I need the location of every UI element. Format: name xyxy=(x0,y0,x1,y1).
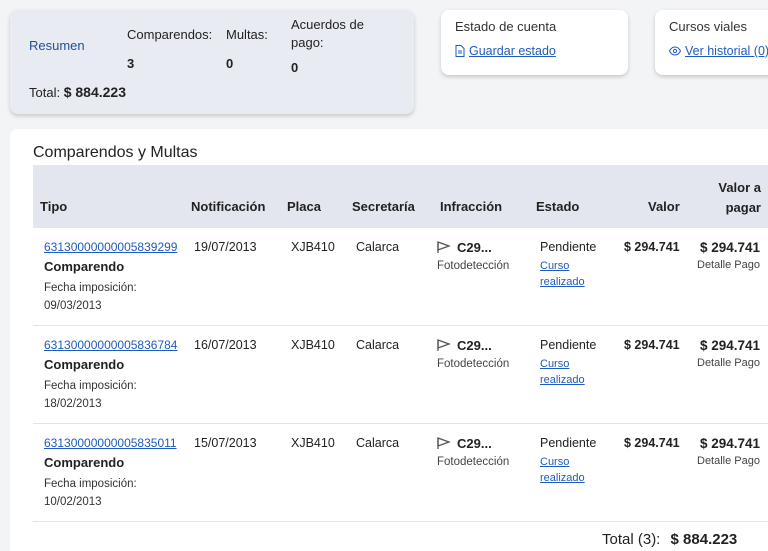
detalle-pago-link[interactable]: Detalle Pago xyxy=(695,259,760,271)
acuerdos-value: 0 xyxy=(291,60,299,75)
summary-total: Total: $ 884.223 xyxy=(29,84,126,100)
grand-total-label: Total (3): xyxy=(602,531,661,548)
cursos-viales-title: Cursos viales xyxy=(669,19,748,34)
row-valor: $ 294.741 xyxy=(624,436,680,450)
row-medio: Fotodetección xyxy=(437,260,510,272)
row-tipo: Comparendo xyxy=(44,455,125,470)
ver-historial-link[interactable]: Ver historial (0) xyxy=(685,44,768,58)
table-header: Tipo Notificación Placa Secretaría Infra… xyxy=(33,165,768,228)
table-row: 63130000000005839299 Comparendo Fecha im… xyxy=(33,228,768,326)
header-secretaria: Secretaría xyxy=(352,199,415,214)
row-notificacion: 16/07/2013 xyxy=(194,338,257,352)
row-valor: $ 294.741 xyxy=(624,240,680,254)
row-notificacion: 15/07/2013 xyxy=(194,436,257,450)
table-row: 63130000000005836784 Comparendo Fecha im… xyxy=(33,326,768,424)
comparendo-number-link[interactable]: 63130000000005836784 xyxy=(44,338,177,352)
curso-realizado-link[interactable]: Curso realizado xyxy=(540,258,590,290)
curso-realizado-link[interactable]: Curso realizado xyxy=(540,454,590,486)
fecha-label: Fecha imposición: xyxy=(44,380,137,392)
grand-total-value: $ 884.223 xyxy=(670,531,738,548)
row-infraccion: C29... xyxy=(437,338,492,353)
row-estado: Pendiente xyxy=(540,338,597,352)
comparendos-stat: Comparendos: 3 xyxy=(127,26,212,71)
row-medio: Fotodetección xyxy=(437,358,510,370)
infraccion-code: C29... xyxy=(457,240,492,255)
curso-realizado-link[interactable]: Curso realizado xyxy=(540,356,590,388)
row-fecha-imposicion: Fecha imposición: 09/03/2013 xyxy=(44,279,137,315)
summary-card: Resumen Comparendos: 3 Multas: 0 Acuerdo… xyxy=(10,10,414,114)
table-row: 63130000000005835011 Comparendo Fecha im… xyxy=(33,424,768,522)
row-secretaria: Calarca xyxy=(356,436,400,450)
detalle-pago-link[interactable]: Detalle Pago xyxy=(695,357,760,369)
row-tipo: Comparendo xyxy=(44,357,125,372)
guardar-estado-link-wrap[interactable]: Guardar estado xyxy=(455,44,556,58)
comparendos-label: Comparendos: xyxy=(127,27,213,42)
header-valor-a-pagar: Valor a pagar xyxy=(718,180,761,215)
row-tipo: Comparendo xyxy=(44,259,125,274)
row-secretaria: Calarca xyxy=(356,338,400,352)
comparendo-number-link[interactable]: 63130000000005835011 xyxy=(44,436,177,450)
summary-total-label: Total: xyxy=(29,85,61,100)
row-infraccion: C29... xyxy=(437,240,492,255)
fecha-label: Fecha imposición: xyxy=(44,478,137,490)
infraccion-code: C29... xyxy=(457,436,492,451)
row-fecha-imposicion: Fecha imposición: 10/02/2013 xyxy=(44,475,137,511)
row-valor-a-pagar: $ 294.741 xyxy=(699,436,760,451)
cursos-viales-card: Cursos viales Ver historial (0) xyxy=(655,10,768,75)
row-medio: Fotodetección xyxy=(437,456,510,468)
row-placa: XJB410 xyxy=(291,338,335,352)
camera-icon xyxy=(437,437,451,449)
camera-icon xyxy=(437,339,451,351)
row-notificacion: 19/07/2013 xyxy=(194,240,257,254)
comparendos-panel: Comparendos y Multas Tipo Notificación P… xyxy=(10,129,768,551)
row-placa: XJB410 xyxy=(291,436,335,450)
header-tipo: Tipo xyxy=(40,199,68,214)
multas-stat: Multas: 0 xyxy=(226,26,268,71)
fecha-value: 09/03/2013 xyxy=(44,300,102,312)
row-valor: $ 294.741 xyxy=(624,338,680,352)
row-valor-a-pagar: $ 294.741 xyxy=(699,338,760,353)
header-infraccion: Infracción xyxy=(440,199,503,214)
fecha-label: Fecha imposición: xyxy=(44,282,137,294)
estado-cuenta-title: Estado de cuenta xyxy=(455,19,557,34)
grand-total: Total (3): $ 884.223 xyxy=(602,531,737,548)
row-estado: Pendiente xyxy=(540,436,597,450)
fecha-value: 18/02/2013 xyxy=(44,398,102,410)
infraccion-code: C29... xyxy=(457,338,492,353)
header-estado: Estado xyxy=(536,199,580,214)
row-estado: Pendiente xyxy=(540,240,597,254)
detalle-pago-link[interactable]: Detalle Pago xyxy=(695,455,760,467)
guardar-estado-link[interactable]: Guardar estado xyxy=(469,44,556,58)
camera-icon xyxy=(437,241,451,253)
row-infraccion: C29... xyxy=(437,436,492,451)
fecha-value: 10/02/2013 xyxy=(44,496,102,508)
row-placa: XJB410 xyxy=(291,240,335,254)
comparendo-number-link[interactable]: 63130000000005839299 xyxy=(44,240,177,254)
row-valor-a-pagar: $ 294.741 xyxy=(699,240,760,255)
multas-value: 0 xyxy=(226,56,234,71)
estado-cuenta-card: Estado de cuenta Guardar estado xyxy=(441,10,628,75)
multas-label: Multas: xyxy=(226,27,268,42)
eye-icon xyxy=(669,46,681,56)
panel-title: Comparendos y Multas xyxy=(33,144,198,161)
summary-title: Resumen xyxy=(29,38,85,53)
header-notificacion: Notificación xyxy=(191,199,266,214)
document-icon xyxy=(455,45,465,57)
header-placa: Placa xyxy=(287,199,321,214)
ver-historial-link-wrap[interactable]: Ver historial (0) xyxy=(669,44,768,58)
header-valor: Valor xyxy=(648,199,680,214)
row-fecha-imposicion: Fecha imposición: 18/02/2013 xyxy=(44,377,137,413)
comparendos-value: 3 xyxy=(127,56,135,71)
acuerdos-label: Acuerdos de pago: xyxy=(291,17,364,50)
acuerdos-stat: Acuerdos de pago: 0 xyxy=(291,16,381,75)
row-secretaria: Calarca xyxy=(356,240,400,254)
summary-total-value: $ 884.223 xyxy=(63,84,126,100)
